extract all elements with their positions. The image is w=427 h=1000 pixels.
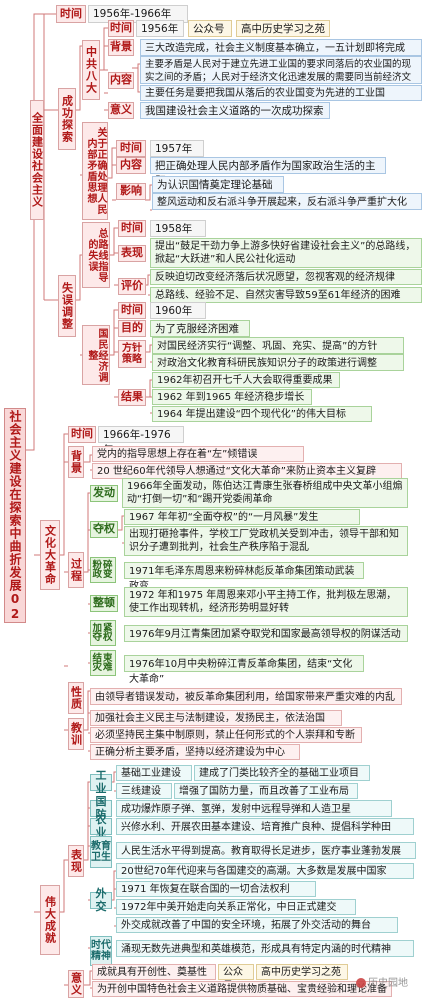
s3-tag2: 高中历史学习之苑 [256,964,348,980]
maodun-label: 关于正确处理人民内部矛盾思想 [82,122,108,220]
zlx-eval2: 总路线、经验不足、自然灾害导致59至61年经济的困难 [150,287,422,303]
tz-result-label: 结果 [118,389,146,406]
mistake-label: 失误调整 [58,275,76,337]
zhengdun: 1972 年和1975 年周恩来邓小平主持工作，批判极左思潮，使工作出现转机，经… [124,587,408,617]
tz-policy2: 对政治文化教育科研民族知识分子的政策进行调整 [152,354,404,371]
s2-time-label: 时间 [68,426,96,443]
bada-bg: 三大改造完成，社会主义制度基本确立，一五计划即将完成 [140,39,422,56]
watermark: 历史园地 [356,974,408,989]
bada-tag2: 高中历史学习之苑 [236,20,330,37]
watermark-logo-icon [356,978,366,988]
zlx-time: 1958年 [150,220,206,237]
lesson2: 必须坚持民主集中制原则，禁止任何形式的个人崇拜和专断 [90,727,362,743]
duoquan-label: 夺权 [90,521,118,538]
maodun-content-label: 内容 [116,157,146,174]
industry1b: 建成了门类比较齐全的基础工业项目 [194,765,370,781]
tz-result1: 1962 年到1965 年经济稳步增长 [152,389,312,405]
section-quanmian-title: 全面建设社会主义 [30,100,44,220]
fensui: 1971年毛泽东周恩来粉碎林彪反革命集团策动武装政变 [124,562,364,592]
defense: 成功爆炸原子弹、氢弹，发射中远程导弹和人造卫星 [116,800,392,817]
jieshu: 1976年10月中央粉碎江青反革命集团，结束“文化大革命” [124,655,364,685]
edu: 人民生活水平得到提高。教育取得长足进步，医疗事业蓬勃发展 [116,842,416,859]
tz-time-label: 时间 [118,302,146,319]
s3-tag1: 公众号 [218,964,254,992]
zlx-time-label: 时间 [118,220,146,237]
tz-policy-label: 方针策略 [118,340,146,368]
bada-time: 1956年 [136,20,184,37]
maodun-impact1: 为认识国情奠定理论基础 [152,176,284,193]
tz-result2: 1964 年提出建设“四个现代化”的伟大目标 [152,406,372,422]
industry2: 三线建设 [116,783,172,799]
tz-result0: 1962年初召开七千人大会取得重要成果 [152,372,340,388]
bada-content2: 主要任务是要把我国从落后的农业国变为先进的工业国 [140,85,422,101]
maodun-time: 1957年 [150,140,204,157]
s3-meaning1: 成就具有开创性、奠基性 [92,964,216,980]
s1-time-label: 时间 [56,5,86,23]
maodun-time-label: 时间 [116,140,146,157]
zlx-show-label: 表现 [118,245,146,262]
fadong-label: 发动 [90,485,118,502]
bada-meaning: 我国建设社会主义道路的一次成功探索 [140,102,330,119]
bada-content1: 主要矛盾是人民对于建立先进工业国的要求同落后的农业国的现实之间的矛盾；人民对于经… [140,56,422,84]
bada-label: 中共八大 [82,40,100,100]
section-chengjiu-title: 伟大成就 [40,885,60,955]
s3-show-label: 表现 [68,845,84,877]
industry2b: 增强了国防力量，而且改善了工业布局 [174,783,358,799]
s3-meaning2: 为开创中国特色社会主义道路提供物质基础、宝贵经验和理论准备 [92,981,392,997]
agri: 兴修水利、开展农田基本建设、培育推广良种、提倡科学种田 [116,818,414,835]
bada-time-label: 时间 [108,20,134,37]
jieshu-label: 结束灾难 [90,650,116,676]
s2-bg-label: 背景 [68,446,84,478]
tz-goal: 为了克服经济困难 [150,320,250,337]
lesson3: 正确分析主要矛盾，坚持以经济建设为中心 [90,744,300,760]
industry1: 基础工业建设 [116,765,192,781]
s2-bg2: 20 世纪60年代领导人想通过“文化大革命”来防止资本主义复辟 [92,463,402,479]
s3-meaning-label: 意义 [68,970,84,998]
foreign3: 外交成就改善了中国的安全环境，拓展了外交活动的舞台 [116,917,398,933]
bada-meaning-label: 意义 [108,102,134,119]
success-label: 成功探索 [58,88,76,150]
maodun-impact2: 整风运动和反右派斗争开展起来，反右派斗争严重扩大化 [152,193,422,210]
duoquan2: 出现打砸抢事件，学校工厂党政机关受到冲击，领导干部和知识分子遭到批判，社会生产秩… [124,526,408,556]
root-title: 社会主义建设在探索中曲折发展02 [4,408,26,623]
fensui-label: 粉碎政变 [90,557,116,583]
tz-time: 1960年 [150,302,206,319]
foreign2: 1972年中美开始走向关系正常化，中日正式建交 [116,899,356,915]
tz-goal-label: 目的 [118,320,146,337]
jiajin: 1976年9月江青集团加紧夺取党和国家最高领导权的阴谋活动 [124,625,408,642]
bada-bg-label: 背景 [108,39,134,56]
duoquan1: 1967 年年初“全面夺权”的“一月风暴”发生 [124,509,360,525]
bada-content-label: 内容 [108,72,134,89]
tz-policy1: 对国民经济实行“调整、巩固、充实、提高”的方针 [152,337,404,354]
foreign0: 20世纪70年代迎来与各国建交的高潮。大多数是发展中国家 [116,863,414,879]
bada-tag1: 公众号 [188,20,232,37]
lesson-label: 教训 [68,718,84,750]
maodun-impact-label: 影响 [116,183,146,200]
zlx-eval-label: 评价 [118,278,146,295]
spirit-label: 时代精神 [90,936,112,966]
watermark-text: 历史园地 [368,978,408,989]
zhengdun-label: 整顿 [90,595,118,612]
industry-label: 工业 [90,769,112,794]
section-wenge-title: 文化大革命 [40,520,60,590]
tiaozheng-label: 国民经济调整 [82,325,110,385]
agri-label: 农业 [90,813,112,838]
jiajin-label: 加紧夺权 [90,620,116,646]
zlx-show: 提出“鼓足干劲力争上游多快好省建设社会主义”的总路线，掀起“大跃进”和人民公社化… [150,238,422,268]
maodun-content: 把正确处理人民内部矛盾作为国家政治生活的主题 [150,157,386,187]
edu-label: 教育卫生 [90,836,112,868]
s2-time: 1966年-1976年 [98,426,184,456]
foreign-label: 外交 [90,887,112,912]
process-label: 过程 [68,552,84,588]
zlx-eval1: 反映迫切改变经济落后状况愿望，忽视客观的经济规律 [150,269,422,285]
foreign1: 1971 年恢复在联合国的一切合法权利 [116,881,316,897]
nature: 由领导者错误发动，被反革命集团利用，给国家带来严重灾难的内乱 [90,688,402,705]
s2-bg1: 党内的指导思想上存在着“左”倾错误 [92,446,304,462]
spirit: 涌现无数先进典型和英雄模范，形成具有特定内涵的时代精神 [116,940,414,957]
zongluxian-label: 总路线指导的失误 [82,222,110,288]
fadong: 1966年全面发动，陈伯达江青康生张春桥组成中央文革小组煽动“打倒一切”和“踢开… [122,478,408,508]
lesson1: 加强社会主义民主与法制建设，发扬民主，依法治国 [90,710,342,726]
nature-label: 性质 [68,682,84,714]
